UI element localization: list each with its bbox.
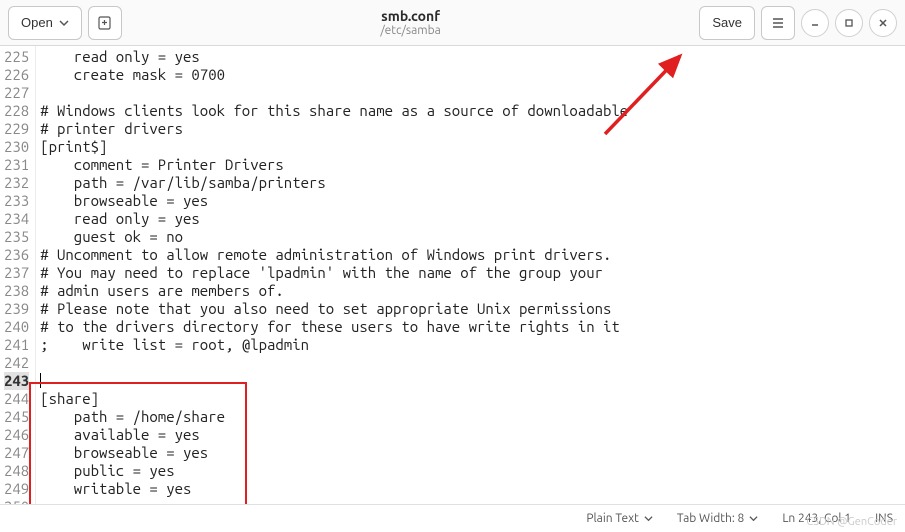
code-line: # You may need to replace 'lpadmin' with… xyxy=(40,264,901,282)
hamburger-icon xyxy=(770,15,786,31)
line-number: 235 xyxy=(4,228,29,246)
cursor-position[interactable]: Ln 243, Col 1 xyxy=(782,512,851,525)
open-button[interactable]: Open xyxy=(8,6,82,40)
line-number: 231 xyxy=(4,156,29,174)
code-line: [share] xyxy=(40,390,901,408)
line-number: 245 xyxy=(4,408,29,426)
code-line: path = /var/lib/samba/printers xyxy=(40,174,901,192)
new-tab-button[interactable] xyxy=(88,6,122,40)
code-line: create mask = 0700 xyxy=(40,66,901,84)
close-icon xyxy=(877,17,889,29)
line-number: 226 xyxy=(4,66,29,84)
code-line: writable = yes xyxy=(40,480,901,498)
line-number: 238 xyxy=(4,282,29,300)
code-line: read only = yes xyxy=(40,210,901,228)
code-line: [print$] xyxy=(40,138,901,156)
document-title: smb.conf xyxy=(122,8,700,24)
header-center: smb.conf /etc/samba xyxy=(122,8,700,37)
line-number: 230 xyxy=(4,138,29,156)
line-number: 247 xyxy=(4,444,29,462)
line-number: 240 xyxy=(4,318,29,336)
line-number: 236 xyxy=(4,246,29,264)
line-number: 237 xyxy=(4,264,29,282)
line-number: 248 xyxy=(4,462,29,480)
line-number: 249 xyxy=(4,480,29,498)
code-line: # Please note that you also need to set … xyxy=(40,300,901,318)
code-line: path = /home/share xyxy=(40,408,901,426)
window-close-button[interactable] xyxy=(869,9,897,37)
line-number-gutter: 2252262272282292302312322332342352362372… xyxy=(0,46,36,504)
tab-width-selector[interactable]: Tab Width: 8 xyxy=(677,512,758,525)
save-button-label: Save xyxy=(712,15,742,30)
line-number: 228 xyxy=(4,102,29,120)
text-content[interactable]: read only = yes create mask = 0700 # Wind… xyxy=(36,46,905,504)
line-number: 239 xyxy=(4,300,29,318)
chevron-down-icon xyxy=(749,514,758,523)
code-line: available = yes xyxy=(40,426,901,444)
window-minimize-button[interactable] xyxy=(801,9,829,37)
code-line: # Uncomment to allow remote administrati… xyxy=(40,246,901,264)
line-number: 233 xyxy=(4,192,29,210)
new-tab-icon xyxy=(97,15,113,31)
header-bar: Open smb.conf /etc/samba Save xyxy=(0,0,905,46)
code-line: public = yes xyxy=(40,462,901,480)
line-number: 242 xyxy=(4,354,29,372)
line-number: 244 xyxy=(4,390,29,408)
window-maximize-button[interactable] xyxy=(835,9,863,37)
syntax-mode-selector[interactable]: Plain Text xyxy=(586,512,653,525)
line-number: 243 xyxy=(4,372,29,390)
code-line: read only = yes xyxy=(40,48,901,66)
line-number: 246 xyxy=(4,426,29,444)
code-line xyxy=(40,372,901,390)
code-line: # printer drivers xyxy=(40,120,901,138)
open-button-label: Open xyxy=(21,15,53,30)
status-bar: Plain Text Tab Width: 8 Ln 243, Col 1 IN… xyxy=(0,504,905,532)
tab-width-label: Tab Width: 8 xyxy=(677,512,744,525)
line-number: 232 xyxy=(4,174,29,192)
syntax-mode-label: Plain Text xyxy=(586,512,639,525)
chevron-down-icon xyxy=(644,514,653,523)
hamburger-menu-button[interactable] xyxy=(761,6,795,40)
save-button[interactable]: Save xyxy=(699,6,755,40)
line-number: 234 xyxy=(4,210,29,228)
minimize-icon xyxy=(809,17,821,29)
line-number: 229 xyxy=(4,120,29,138)
code-line xyxy=(40,354,901,372)
code-line: ; write list = root, @lpadmin xyxy=(40,336,901,354)
code-line: # admin users are members of. xyxy=(40,282,901,300)
maximize-icon xyxy=(843,17,855,29)
document-path: /etc/samba xyxy=(122,24,700,37)
header-left: Open xyxy=(8,6,122,40)
editor-area[interactable]: 2252262272282292302312322332342352362372… xyxy=(0,46,905,504)
code-line: # Windows clients look for this share na… xyxy=(40,102,901,120)
code-line: comment = Printer Drivers xyxy=(40,156,901,174)
line-number: 227 xyxy=(4,84,29,102)
code-line: # to the drivers directory for these use… xyxy=(40,318,901,336)
code-line xyxy=(40,84,901,102)
line-number: 241 xyxy=(4,336,29,354)
line-number: 225 xyxy=(4,48,29,66)
insert-mode[interactable]: INS xyxy=(875,512,893,525)
code-line: browseable = yes xyxy=(40,444,901,462)
header-right: Save xyxy=(699,6,897,40)
chevron-down-icon xyxy=(59,18,69,28)
code-line: guest ok = no xyxy=(40,228,901,246)
code-line: browseable = yes xyxy=(40,192,901,210)
